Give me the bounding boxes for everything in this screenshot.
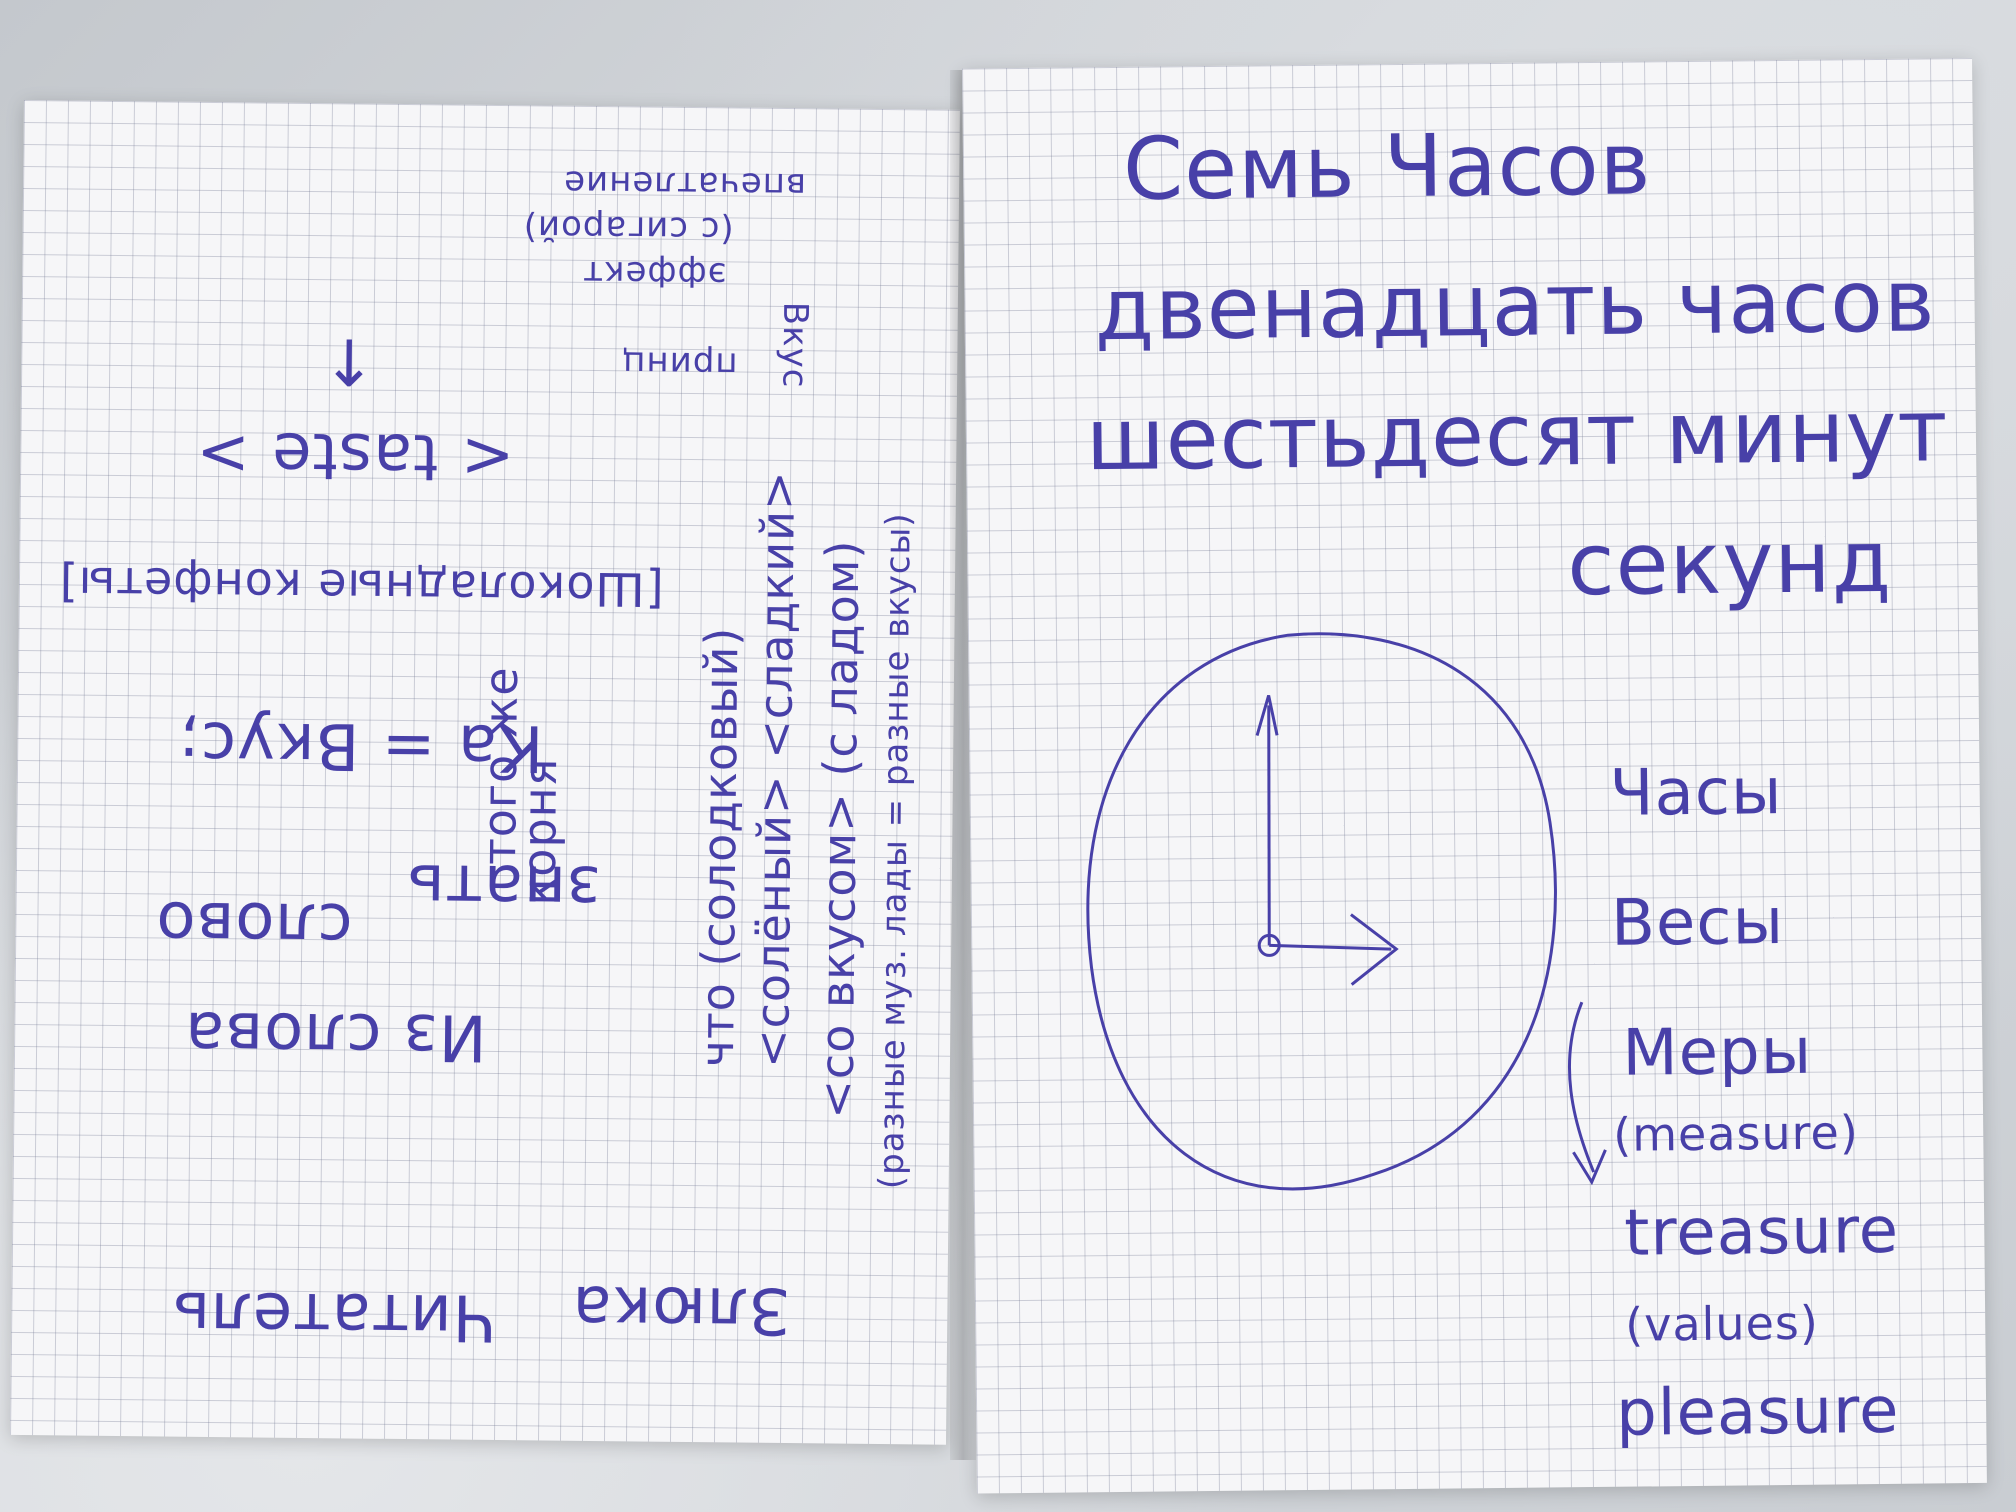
photo-scene: Злюка Читатель Из слова слово знать Ка =… (0, 0, 2016, 1512)
left-note-same: того же (472, 666, 529, 866)
word-list-item-chasy: Часы (1609, 755, 1783, 831)
left-phrase-from-word: Из слова (183, 996, 488, 1074)
word-list-item-vesy: Весы (1610, 885, 1785, 961)
word-list-arrow (1567, 1001, 1596, 1173)
word-list-arrowhead (1572, 1149, 1607, 1186)
word-list-item-values: (values) (1624, 1295, 1820, 1352)
left-line-c: <со вкусом> (с ладом) (809, 539, 870, 1119)
word-list-item-measure: (measure) (1612, 1105, 1860, 1162)
word-list-item-mery: Меры (1622, 1014, 1813, 1091)
left-arrow-glyph: ↑ (320, 323, 377, 398)
left-corner-effect: эффект (582, 252, 727, 295)
left-corner-cigar: (с сигарой) (522, 207, 734, 250)
right-notebook-page: Семь Часов двенадцать часов шестьдесят м… (962, 58, 1987, 1494)
left-corner-taste: Вкус (774, 301, 816, 389)
clock-minute-hand (1269, 943, 1392, 951)
left-corner-prince: принц (621, 343, 738, 385)
left-line-d: (разные муз. лады = разные вкусы) (871, 512, 919, 1190)
word-list-item-pleasure: pleasure (1615, 1373, 1900, 1451)
left-notebook-page: Злюка Читатель Из слова слово знать Ка =… (10, 100, 960, 1445)
clock-hour-arrowhead (1255, 694, 1279, 736)
left-bracket-note: [Шоколадные конфеты] (58, 556, 664, 617)
clock-hour-hand (1267, 705, 1271, 946)
left-phrase-word: слово (154, 886, 353, 963)
left-line-a: что (солодковый) (689, 626, 749, 1068)
clock-drawing (1086, 632, 1607, 1191)
word-list-item-treasure: treasure (1623, 1193, 1900, 1271)
left-word-reader: Читатель (170, 1276, 497, 1355)
left-line-b: <солёный> <сладкий> (744, 470, 806, 1069)
clock-face-circle (1086, 632, 1557, 1191)
left-word-zlyuka: Злюка (570, 1270, 791, 1348)
left-corner-impression: впечатление (562, 162, 807, 206)
left-angle-note: < taste > (194, 416, 515, 495)
